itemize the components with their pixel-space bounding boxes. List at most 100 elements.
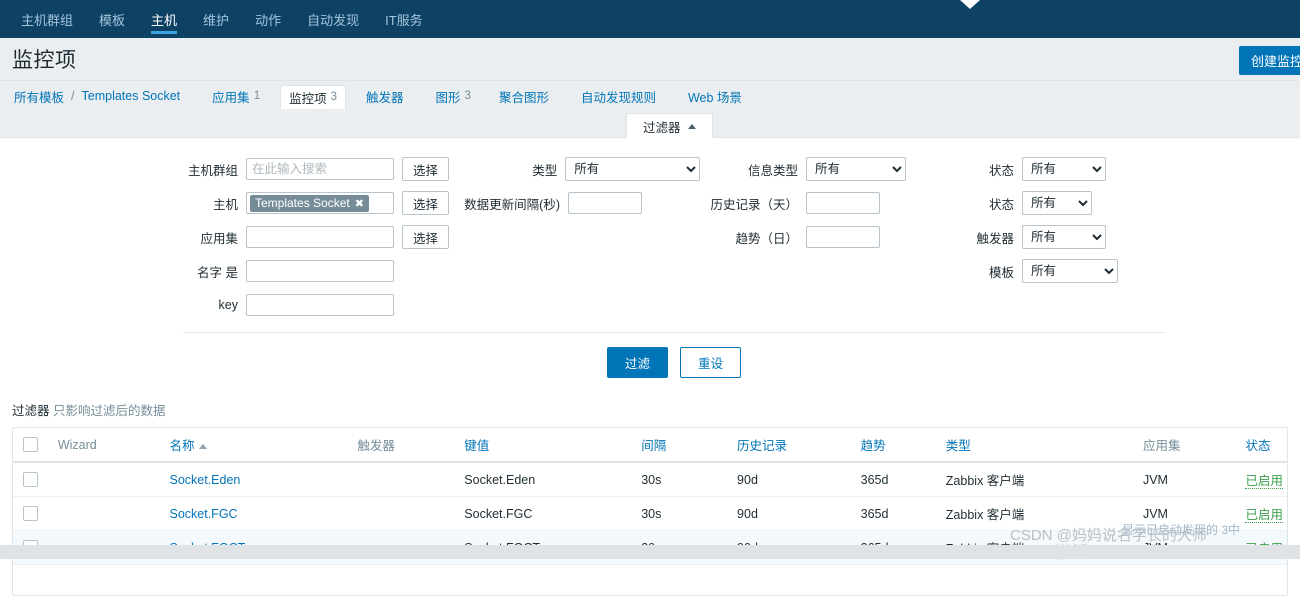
value-type-select[interactable]: 所有 <box>806 157 906 181</box>
filter-row-value-type: 信息类型 所有 <box>700 152 970 186</box>
tab-web-scenarios[interactable]: Web 场景 <box>680 87 754 106</box>
nav-item-templates[interactable]: 模板 <box>86 0 138 38</box>
host-select-button[interactable]: 选择 <box>402 191 450 215</box>
remove-chip-icon[interactable]: ✖ <box>355 197 364 210</box>
item-name-link[interactable]: Socket.Eden <box>170 473 241 487</box>
table-row: Socket.Eden Socket.Eden 30s 90d 365d Zab… <box>13 462 1287 497</box>
nav-label: 自动发现 <box>307 12 360 28</box>
header-select-all[interactable] <box>13 428 54 463</box>
chevron-up-icon <box>687 123 696 129</box>
tab-label: 聚合图形 <box>498 90 549 105</box>
row-trigger-cell <box>353 462 461 497</box>
header-status[interactable]: 状态 <box>1241 428 1287 463</box>
tab-count: 1 <box>253 90 261 102</box>
row-checkbox-cell[interactable] <box>13 496 54 531</box>
application-select-button[interactable]: 选择 <box>402 225 450 249</box>
header-type[interactable]: 类型 <box>941 428 1139 463</box>
name-input[interactable] <box>246 260 394 282</box>
host-multiselect[interactable]: Templates Socket ✖ <box>246 192 394 214</box>
filter-row-name: 名字 是 <box>0 254 450 288</box>
template-select[interactable]: 所有 <box>1022 259 1118 283</box>
label-key: key <box>218 298 238 312</box>
row-trends-cell: 365d <box>856 496 942 531</box>
status-badge[interactable]: 已启用 <box>1245 474 1283 489</box>
label-host-group: 主机群组 <box>187 163 238 178</box>
top-navigation-bar: 主机群组 模板 主机 维护 动作 自动发现 IT服务 <box>0 0 1300 38</box>
nav-item-host-groups[interactable]: 主机群组 <box>8 0 86 38</box>
filter-row-state: 状态 所有 <box>970 152 1170 186</box>
tab-discovery-rules[interactable]: 自动发现规则 <box>573 87 668 106</box>
label-name: 名字 是 <box>197 265 238 280</box>
header-key[interactable]: 键值 <box>460 428 638 463</box>
row-name-cell: Socket.Eden <box>165 462 354 497</box>
label-history: 历史记录（天） <box>710 197 798 212</box>
filter-note: 过滤器 只影响过滤后的数据 <box>0 392 1300 427</box>
table-footer-space <box>13 565 1287 595</box>
state-select[interactable]: 所有 <box>1022 157 1106 181</box>
nav-label: 模板 <box>99 12 126 28</box>
nav-item-actions[interactable]: 动作 <box>242 0 294 38</box>
header-interval[interactable]: 间隔 <box>637 428 734 463</box>
label-template: 模板 <box>988 265 1014 280</box>
row-history-cell: 90d <box>733 496 857 531</box>
breadcrumb-all-templates[interactable]: 所有模板 <box>12 87 66 106</box>
trends-input[interactable] <box>806 226 880 248</box>
tab-triggers[interactable]: 触发器 <box>358 87 416 106</box>
tab-label: 触发器 <box>366 90 404 105</box>
host-group-input[interactable] <box>246 158 394 180</box>
row-trigger-cell <box>353 496 461 531</box>
row-application-cell: JVM <box>1138 496 1242 531</box>
history-input[interactable] <box>806 192 880 214</box>
nav-label: 维护 <box>203 12 230 28</box>
header-history[interactable]: 历史记录 <box>733 428 857 463</box>
nav-label: 主机群组 <box>21 12 74 28</box>
row-checkbox[interactable] <box>23 472 38 488</box>
row-history-cell: 90d <box>733 462 857 497</box>
create-item-button[interactable]: 创建监控项 <box>1238 46 1300 75</box>
tab-applications[interactable]: 应用集 1 <box>204 87 268 106</box>
application-input[interactable] <box>246 226 394 248</box>
nav-label: 动作 <box>255 12 282 28</box>
status-select[interactable]: 所有 <box>1022 191 1092 215</box>
header-trends[interactable]: 趋势 <box>856 428 942 463</box>
tab-graphs[interactable]: 图形 3 <box>428 87 479 106</box>
host-chip-label: Templates Socket <box>255 196 350 210</box>
filter-note-dim: 只影响过滤后的数据 <box>53 404 166 418</box>
tab-items[interactable]: 监控项 3 <box>280 84 347 109</box>
item-name-link[interactable]: Socket.FGC <box>170 507 238 521</box>
tab-screens[interactable]: 聚合图形 <box>491 87 561 106</box>
nav-item-it-services[interactable]: IT服务 <box>372 0 436 38</box>
filter-row-history: 历史记录（天） <box>700 186 970 220</box>
nav-item-maintenance[interactable]: 维护 <box>190 0 242 38</box>
status-badge[interactable]: 已启用 <box>1245 508 1283 523</box>
triggers-select[interactable]: 所有 <box>1022 225 1106 249</box>
row-status-cell: 已启用 <box>1241 462 1287 497</box>
nav-item-hosts[interactable]: 主机 <box>138 0 190 38</box>
sort-ascending-icon <box>198 444 207 450</box>
nav-item-discovery[interactable]: 自动发现 <box>294 0 372 38</box>
breadcrumb: 所有模板 / Templates Socket 应用集 1 监控项 3 触发器 … <box>0 81 1300 111</box>
host-group-select-button[interactable]: 选择 <box>402 157 450 181</box>
apply-filter-button[interactable]: 过滤 <box>606 347 668 378</box>
header-name[interactable]: 名称 <box>165 428 354 463</box>
type-select[interactable]: 所有 <box>565 157 700 181</box>
filter-action-buttons: 过滤 重设 <box>183 332 1165 392</box>
row-checkbox[interactable] <box>23 506 38 522</box>
update-interval-input[interactable] <box>568 192 642 214</box>
label-state: 状态 <box>988 163 1014 178</box>
label-status: 状态 <box>988 197 1014 212</box>
row-trends-cell: 365d <box>856 462 942 497</box>
nav-label: 主机 <box>151 12 178 28</box>
items-table-head: Wizard 名称 触发器 键值 间隔 历史记录 趋势 类型 应用集 状态 <box>13 428 1287 463</box>
filter-row-host-group: 主机群组 选择 <box>0 152 450 186</box>
tab-label: 自动发现规则 <box>580 90 656 105</box>
reset-filter-button[interactable]: 重设 <box>680 347 742 378</box>
key-input[interactable] <box>246 294 394 316</box>
select-all-checkbox[interactable] <box>23 437 38 453</box>
filter-toggle-tab[interactable]: 过滤器 <box>626 113 713 139</box>
items-table-container: Wizard 名称 触发器 键值 间隔 历史记录 趋势 类型 应用集 状态 So… <box>12 427 1288 596</box>
breadcrumb-template-name[interactable]: Templates Socket <box>80 89 183 103</box>
row-name-cell: Socket.FGC <box>165 496 354 531</box>
filter-row-triggers: 触发器 所有 <box>970 220 1170 254</box>
row-checkbox-cell[interactable] <box>13 462 54 497</box>
